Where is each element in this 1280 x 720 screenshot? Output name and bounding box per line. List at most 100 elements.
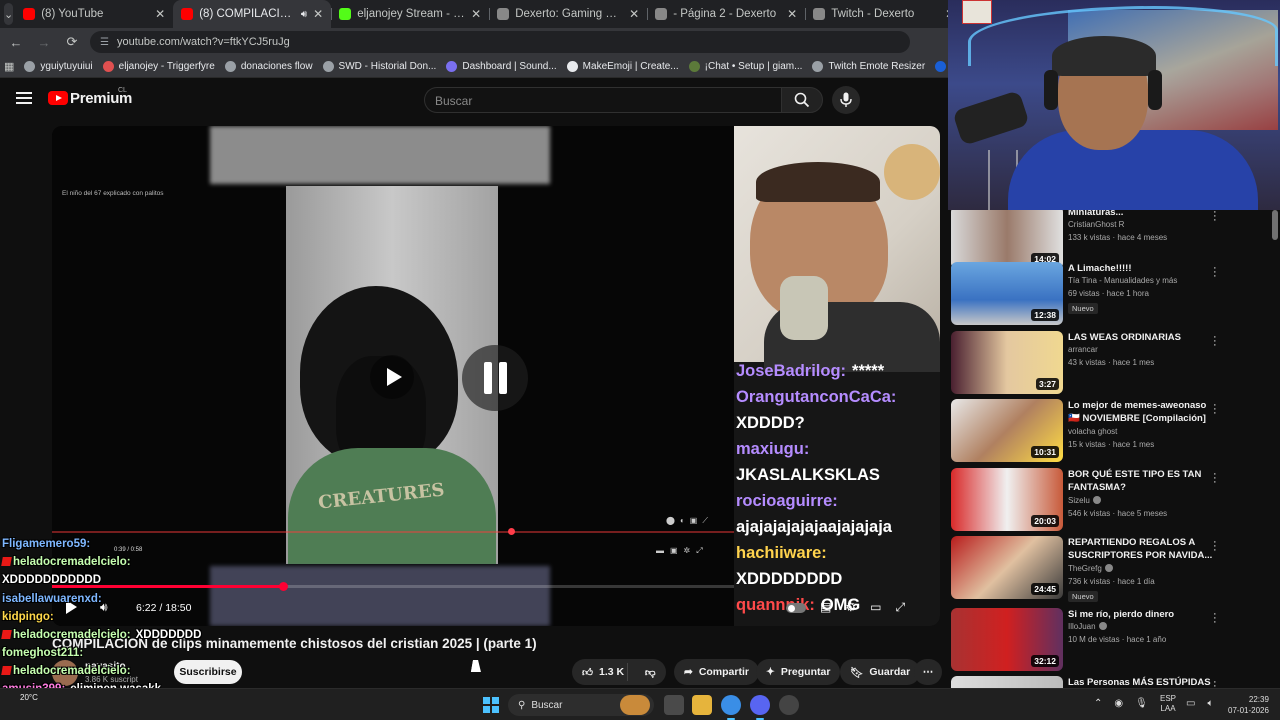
site-info-icon[interactable]: ☰: [100, 37, 109, 48]
task-view-icon[interactable]: [664, 695, 684, 715]
bookmark-item[interactable]: Twitch Emote Resizer: [812, 61, 925, 72]
more-options-icon[interactable]: ···: [1213, 537, 1217, 556]
search-input[interactable]: Buscar: [424, 87, 782, 113]
browser-tab[interactable]: eljanojey Stream - Watch Live c ✕: [331, 0, 489, 28]
bookmark-item[interactable]: eljanojey - Triggerfyre: [102, 61, 215, 72]
bookmark-item[interactable]: SWD - Historial Don...: [322, 61, 436, 72]
pause-overlay-icon[interactable]: [462, 345, 528, 411]
browser-tab[interactable]: Dexerto: Gaming Culture, Influe ✕: [489, 0, 647, 28]
more-options-icon[interactable]: ···: [1213, 400, 1217, 419]
recommended-channel[interactable]: volacha ghost: [1068, 427, 1117, 436]
video-thumbnail[interactable]: 20:03: [951, 468, 1063, 531]
recommended-title[interactable]: A Limache!!!!!: [1068, 262, 1218, 275]
language-indicator[interactable]: ESP LAA: [1160, 694, 1176, 714]
tab-search-button[interactable]: ⌄: [4, 3, 14, 25]
tray-app-icon[interactable]: ◉: [1114, 698, 1123, 709]
video-thumbnail[interactable]: 14:02: [951, 210, 1063, 269]
network-icon[interactable]: ▭: [1186, 698, 1195, 709]
recommended-title[interactable]: BOR QUÉ ESTE TIPO ES TAN FANTASMA?: [1068, 468, 1218, 494]
tab-close-icon[interactable]: ✕: [471, 7, 481, 21]
video-thumbnail[interactable]: 10:31: [951, 399, 1063, 462]
share-button[interactable]: ➦ Compartir: [674, 659, 759, 685]
microphone-tray-icon[interactable]: 🎙︎: [1135, 698, 1148, 709]
recommended-title[interactable]: Miniaturas...: [1068, 210, 1218, 219]
speaker-icon[interactable]: 🔈︎: [1207, 698, 1213, 709]
more-options-icon[interactable]: ···: [1213, 332, 1217, 351]
recommended-video[interactable]: 32:12 Si me río, pierdo dinero IlloJuan 10 …: [951, 608, 1271, 672]
discord-icon[interactable]: [750, 695, 770, 720]
windows-start-icon[interactable]: [483, 697, 499, 713]
tab-close-icon[interactable]: ✕: [155, 7, 165, 21]
apps-grid-icon[interactable]: ▦: [4, 60, 14, 73]
browser-tab[interactable]: Twitch - Dexerto✕: [805, 0, 963, 28]
video-scrubber[interactable]: [278, 582, 288, 591]
bookmark-item[interactable]: donaciones flow: [224, 61, 313, 72]
recommended-video[interactable]: 24:45 REPARTIENDO REGALOS A SUSCRIPTORES …: [951, 536, 1271, 602]
like-button[interactable]: 👍︎ 1.3 K: [572, 663, 629, 681]
reload-icon[interactable]: ⟳: [60, 30, 84, 54]
browser-tab[interactable]: (8) COMPILACION de clips 🔊︎ ✕: [173, 0, 332, 28]
more-options-icon[interactable]: ···: [1213, 677, 1217, 689]
recommended-video[interactable]: 12:38 A Limache!!!!! Tía Tina - Manualidad…: [951, 262, 1271, 326]
menu-icon[interactable]: [16, 92, 32, 104]
fullscreen-icon[interactable]: ⤢: [895, 600, 905, 615]
recommended-title[interactable]: Las Personas MÁS ESTÚPIDAS: [1068, 676, 1218, 688]
video-thumbnail[interactable]: 24:45: [951, 536, 1063, 599]
miniplayer-icon[interactable]: ▭: [870, 600, 881, 615]
search-button[interactable]: [781, 87, 823, 113]
browser-tab[interactable]: (8) YouTube ✕: [15, 0, 173, 28]
tab-close-icon[interactable]: ✕: [629, 7, 639, 21]
subscribe-button[interactable]: Suscribirse: [174, 660, 242, 684]
back-icon[interactable]: ←: [4, 30, 28, 54]
recommended-channel[interactable]: TheGrefg: [1068, 564, 1113, 573]
more-options-icon[interactable]: ···: [1213, 469, 1217, 488]
settings-icon[interactable]: ⚙: [845, 600, 856, 615]
taskbar-highlight-icon[interactable]: [620, 695, 650, 715]
app-icon[interactable]: [779, 695, 799, 715]
dislike-button[interactable]: 👎︎: [634, 666, 666, 679]
youtube-logo-icon[interactable]: [48, 91, 68, 105]
address-bar[interactable]: ☰ youtube.com/watch?v=ftkYCJ5ruJg: [90, 31, 910, 53]
voice-search-button[interactable]: [832, 86, 860, 114]
forward-icon[interactable]: →: [32, 30, 56, 54]
tab-close-icon[interactable]: ✕: [787, 7, 797, 21]
recommended-channel[interactable]: Sizelu: [1068, 496, 1101, 505]
clock[interactable]: 22:39 07-01-2026: [1228, 694, 1269, 716]
recommended-title[interactable]: REPARTIENDO REGALOS A SUSCRIPTORES POR N…: [1068, 536, 1218, 562]
file-explorer-icon[interactable]: [692, 695, 712, 715]
tab-audio-icon[interactable]: 🔊︎: [301, 9, 307, 20]
recommended-video[interactable]: 10:31 Lo mejor de memes-aweonaso 🇨🇱 NOVIE…: [951, 399, 1271, 463]
bookmark-item[interactable]: ¡Chat • Setup | giam...: [688, 61, 802, 72]
video-thumbnail[interactable]: [951, 676, 1063, 688]
recommended-title[interactable]: LAS WEAS ORDINARIAS: [1068, 331, 1218, 344]
recommended-channel[interactable]: IlloJuan: [1068, 622, 1107, 631]
weather-widget[interactable]: 20°C: [20, 693, 38, 702]
bookmark-item[interactable]: Dashboard | Sound...: [446, 61, 557, 72]
more-actions-button[interactable]: ⋯: [914, 659, 942, 685]
bookmark-item[interactable]: MakeEmoji | Create...: [566, 61, 679, 72]
video-thumbnail[interactable]: 12:38: [951, 262, 1063, 325]
autoplay-toggle[interactable]: [786, 603, 806, 613]
chrome-icon[interactable]: [721, 695, 741, 720]
video-thumbnail[interactable]: 3:27: [951, 331, 1063, 394]
recommended-video[interactable]: 20:03 BOR QUÉ ESTE TIPO ES TAN FANTASMA? S…: [951, 468, 1271, 532]
ask-button[interactable]: ✦ Preguntar: [756, 659, 841, 685]
recommended-title[interactable]: Lo mejor de memes-aweonaso 🇨🇱 NOVIEMBRE …: [1068, 399, 1218, 425]
recommended-video[interactable]: 3:27 LAS WEAS ORDINARIAS arrancar 43 k vist…: [951, 331, 1271, 395]
recommended-channel[interactable]: Tía Tina - Manualidades y más: [1068, 276, 1177, 285]
tray-expand-icon[interactable]: ⌃: [1094, 698, 1102, 709]
save-button[interactable]: 🔖︎ Guardar: [840, 659, 921, 685]
browser-tab[interactable]: - Página 2 - Dexerto ✕: [647, 0, 805, 28]
recommended-title[interactable]: Si me río, pierdo dinero: [1068, 608, 1218, 621]
more-options-icon[interactable]: ···: [1213, 609, 1217, 628]
recommended-channel[interactable]: CristianGhost R: [1068, 220, 1124, 229]
video-thumbnail[interactable]: 32:12: [951, 608, 1063, 671]
recommended-channel[interactable]: arrancar: [1068, 345, 1098, 354]
video-player[interactable]: El niño del 67 explicado con palitos CRE…: [52, 126, 940, 626]
more-options-icon[interactable]: ···: [1213, 263, 1217, 282]
tab-close-icon[interactable]: ✕: [313, 7, 323, 21]
subtitles-icon[interactable]: ▤: [820, 600, 831, 615]
bookmark-item[interactable]: yguiytuyuiui: [24, 61, 93, 72]
recommended-video[interactable]: 14:02 Miniaturas... CristianGhost R 133 k v…: [951, 210, 1271, 270]
sidebar-scrollbar[interactable]: [1272, 210, 1278, 240]
